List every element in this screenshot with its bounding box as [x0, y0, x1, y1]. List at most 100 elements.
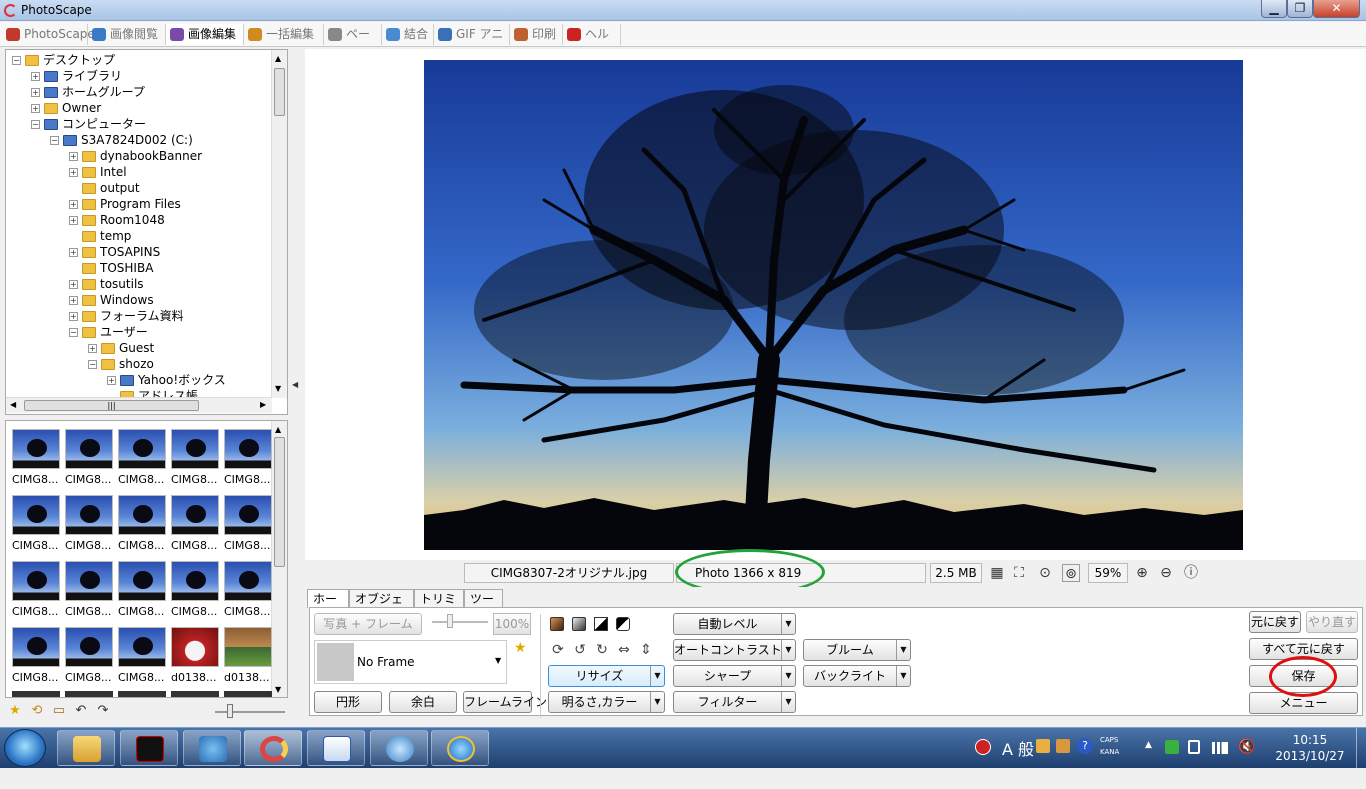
image-viewer[interactable] [305, 49, 1366, 560]
thumbnail-item[interactable]: CIMG8... [223, 427, 275, 487]
backlight-button[interactable]: バックライト ▼ [803, 665, 911, 687]
tree-expand-icon[interactable]: + [88, 344, 97, 353]
folder-tree[interactable]: ▲ ▼ − デスクトップ + ライブラリ + ホームグループ + Owner − コンピューター −… [5, 49, 288, 415]
black-white-icon[interactable] [594, 617, 608, 631]
tree-hscroll-thumb[interactable]: ||| [24, 400, 199, 411]
tree-item[interactable]: + tosutils [69, 276, 144, 292]
opacity-slider[interactable] [432, 621, 488, 623]
tree-item[interactable]: +temp [69, 228, 131, 244]
tree-item[interactable]: + Program Files [69, 196, 181, 212]
main-tab[interactable]: 結合 [382, 24, 434, 45]
tree-expand-icon[interactable]: − [31, 120, 40, 129]
scroll-up-arrow-icon[interactable]: ▲ [275, 425, 281, 434]
edit-tab[interactable]: オブジェクト [349, 589, 414, 624]
taskbar-app-button[interactable] [120, 730, 178, 766]
main-tab[interactable]: GIF アニメ [434, 24, 510, 62]
circle-button[interactable]: 円形 [314, 691, 382, 713]
tree-expand-icon[interactable]: − [12, 56, 21, 65]
system-clock[interactable]: 10:15 2013/10/27 [1270, 732, 1350, 764]
start-button[interactable] [4, 729, 46, 767]
filter-button[interactable]: フィルター ▼ [673, 691, 796, 713]
maximize-button[interactable]: ❐ [1287, 0, 1313, 18]
tree-expand-icon[interactable]: + [69, 312, 78, 321]
thumbnail-size-slider-handle[interactable] [227, 704, 233, 718]
main-tab[interactable]: 一括編集 [244, 24, 324, 45]
tree-item[interactable]: − ユーザー [69, 324, 148, 340]
tree-expand-icon[interactable]: + [31, 72, 40, 81]
tray-expand-icon[interactable]: ▲ [1145, 740, 1152, 750]
tree-expand-icon[interactable]: + [31, 88, 40, 97]
thumbnail-item[interactable]: CIMG8... [117, 625, 169, 685]
thumbnail-item[interactable]: CIMG8... [11, 625, 63, 685]
tree-expand-icon[interactable]: + [69, 168, 78, 177]
margin-button[interactable]: 余白 [389, 691, 457, 713]
thumbnail-item[interactable]: CIMG8... [64, 559, 116, 619]
ime-indicator[interactable]: A 般 [1002, 736, 1034, 777]
splitter-arrow-icon[interactable]: ◀ [292, 380, 298, 389]
photo-frame-button[interactable]: 写真 + フレーム [314, 613, 422, 635]
rotate-left-icon[interactable]: ↺ [571, 642, 589, 658]
tree-item[interactable]: + ライブラリ [31, 68, 122, 84]
scroll-down-arrow-icon[interactable]: ▼ [275, 685, 281, 694]
tree-expand-icon[interactable]: − [50, 136, 59, 145]
tree-vertical-scrollbar[interactable]: ▲ ▼ [271, 50, 287, 398]
negative-icon[interactable] [616, 617, 630, 631]
tree-expand-icon[interactable]: + [107, 376, 116, 385]
thumbnail-item[interactable]: d0138... [223, 625, 275, 685]
scroll-left-arrow-icon[interactable]: ◀ [10, 400, 16, 409]
tree-expand-icon[interactable]: − [69, 328, 78, 337]
tree-item[interactable]: +output [69, 180, 140, 196]
filter-dropdown-icon[interactable]: ▼ [781, 692, 795, 712]
brightness-dropdown-icon[interactable]: ▼ [650, 692, 664, 712]
tree-item[interactable]: − S3A7824D002 (C:) [50, 132, 193, 148]
thumbnail-item[interactable]: d0138... [170, 625, 222, 685]
close-button[interactable]: ✕ [1313, 0, 1360, 18]
battery-icon[interactable] [1188, 740, 1200, 754]
tree-expand-icon[interactable]: − [88, 360, 97, 369]
rotate-right-icon[interactable]: ↻ [593, 642, 611, 658]
taskbar-explorer-button[interactable] [57, 730, 115, 766]
opacity-slider-handle[interactable] [447, 614, 453, 628]
tree-item[interactable]: + Intel [69, 164, 127, 180]
bloom-button[interactable]: ブルーム ▼ [803, 639, 911, 661]
undo-button[interactable]: 元に戻す [1249, 611, 1301, 633]
actual-size-icon[interactable]: ⊙ [1036, 564, 1054, 582]
taskbar-help-button[interactable] [370, 730, 428, 766]
main-tab[interactable]: ページ [324, 24, 382, 62]
thumbnail-item[interactable]: CIMG8... [11, 427, 63, 487]
sharpen-dropdown-icon[interactable]: ▼ [781, 666, 795, 686]
thumbnail-item[interactable]: CIMG8... [64, 493, 116, 553]
thumbnail-item[interactable]: CIMG8... [170, 427, 222, 487]
thumbnail-item[interactable]: CIMG8... [64, 427, 116, 487]
zoom-out-icon[interactable]: ⊖ [1157, 564, 1175, 582]
thumbnail-item[interactable]: CIMG8... [11, 559, 63, 619]
forward-arrow-icon[interactable]: ↷ [95, 704, 111, 718]
auto-level-dropdown-icon[interactable]: ▼ [781, 614, 795, 634]
resize-button[interactable]: リサイズ ▼ [548, 665, 665, 687]
thumbnail-item[interactable]: CIMG8... [170, 493, 222, 553]
star-icon[interactable]: ★ [7, 704, 23, 718]
thumbnail-item[interactable]: CIMG8... [117, 559, 169, 619]
tree-item[interactable]: + ホームグループ [31, 84, 145, 100]
tree-horizontal-scrollbar[interactable]: ◀ ||| ▶ [6, 397, 272, 413]
back-arrow-icon[interactable]: ↶ [73, 704, 89, 718]
thumbnail-size-slider[interactable] [215, 711, 285, 713]
edit-tab[interactable]: ツール [464, 589, 503, 624]
tree-item[interactable]: − コンピューター [31, 116, 146, 132]
thumbnail-item[interactable]: CIMG8... [11, 493, 63, 553]
tree-expand-icon[interactable]: + [69, 216, 78, 225]
main-tab[interactable]: 印刷 [510, 24, 563, 45]
thumbnail-item[interactable]: CIMG8... [223, 493, 275, 553]
tree-item[interactable]: + Windows [69, 292, 154, 308]
taskbar-network-button[interactable] [183, 730, 241, 766]
wifi-signal-icon[interactable] [1212, 742, 1228, 754]
scroll-down-arrow-icon[interactable]: ▼ [275, 384, 281, 393]
redo-button[interactable]: やり直す [1306, 611, 1358, 633]
taskbar-ie-button[interactable] [431, 730, 489, 766]
tree-expand-icon[interactable]: + [69, 296, 78, 305]
sepia-icon[interactable] [550, 617, 564, 631]
sharpen-button[interactable]: シャープ ▼ [673, 665, 796, 687]
tree-scroll-thumb[interactable] [274, 68, 285, 116]
info-icon[interactable]: ⓘ [1182, 564, 1200, 582]
tree-item[interactable]: + Guest [88, 340, 154, 356]
